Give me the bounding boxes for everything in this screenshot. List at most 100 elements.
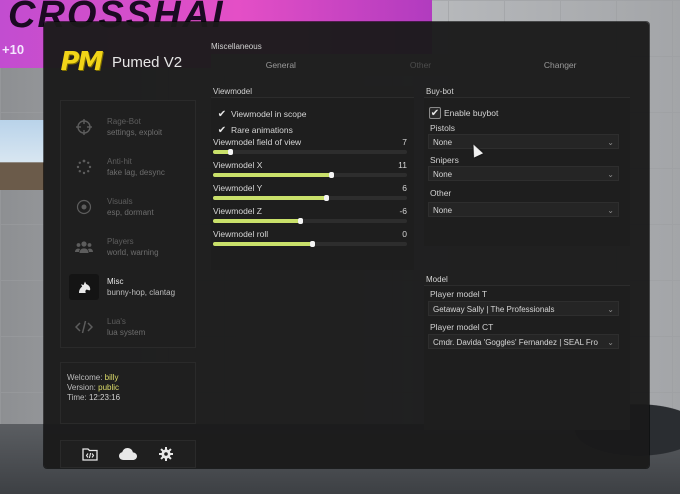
viewmodel-in-scope-checkbox[interactable]: ✔ Viewmodel in scope	[216, 107, 307, 121]
slider-label: Viewmodel Y	[213, 183, 263, 193]
crosshair-icon	[61, 119, 107, 135]
snipers-dropdown[interactable]: None ⌄	[428, 166, 619, 181]
slider-fill	[213, 219, 301, 223]
sidebar-item-players[interactable]: Players world, warning	[61, 227, 197, 267]
slider-knob[interactable]	[323, 195, 329, 201]
rare-animations-checkbox[interactable]: ✔ Rare animations	[216, 123, 306, 137]
code-icon	[61, 320, 107, 334]
slider-fill	[213, 242, 312, 246]
viewmodel-x-slider[interactable]: Viewmodel X 11	[213, 160, 407, 182]
viewmodel-roll-slider[interactable]: Viewmodel roll 0	[213, 229, 407, 251]
sidebar-item-anti-hit[interactable]: Anti-hit fake lag, desync	[61, 147, 197, 187]
slider-track[interactable]	[213, 218, 407, 224]
checkbox-label: Viewmodel in scope	[231, 109, 307, 119]
checkbox-label: Enable buybot	[444, 108, 499, 118]
slider-track[interactable]	[213, 149, 407, 155]
sidebar-item-title: Players	[107, 237, 134, 246]
dropdown-value: Cmdr. Davida 'Goggles' Fernandez | SEAL …	[433, 338, 598, 347]
viewmodel-fov-slider[interactable]: Viewmodel field of view 7	[213, 137, 407, 159]
tab-general[interactable]: General	[211, 54, 351, 76]
slider-knob[interactable]	[298, 218, 304, 224]
chevron-down-icon: ⌄	[607, 338, 614, 347]
player-model-t-label: Player model T	[430, 289, 488, 299]
chevron-down-icon: ⌄	[607, 206, 614, 215]
folder-code-icon[interactable]	[79, 444, 101, 464]
enable-buybot-checkbox[interactable]: ✔ Enable buybot	[429, 106, 498, 120]
slider-value: -6	[399, 206, 407, 216]
dropdown-value: None	[433, 170, 453, 179]
sidebar-item-subtitle: fake lag, desync	[107, 168, 165, 177]
version-label: Version:	[67, 383, 96, 392]
checkbox-label: Rare animations	[231, 125, 293, 135]
player-model-ct-label: Player model CT	[430, 322, 494, 332]
slider-track[interactable]	[213, 195, 407, 201]
gear-icon[interactable]	[155, 444, 177, 464]
slider-value: 0	[402, 229, 407, 239]
sidebar-item-title: Misc	[107, 277, 124, 286]
dropdown-value: Getaway Sally | The Professionals	[433, 305, 555, 314]
chevron-down-icon: ⌄	[607, 138, 614, 147]
horse-icon	[61, 274, 107, 300]
sidebar-nav: Rage-Bot settings, exploit Anti-hit fake…	[60, 100, 196, 348]
other-dropdown[interactable]: None ⌄	[428, 202, 619, 217]
version-row: Version: public	[67, 383, 189, 393]
buybot-group: Buy-bot ✔ Enable buybot Pistols None ⌄ S…	[424, 86, 630, 246]
brand: PM Pumed V2	[60, 38, 196, 86]
other-label: Other	[430, 188, 452, 198]
sidebar-item-rage-bot[interactable]: Rage-Bot settings, exploit	[61, 107, 197, 147]
sidebar-item-title: Rage-Bot	[107, 117, 141, 126]
miscellaneous-title: Miscellaneous	[211, 42, 262, 51]
viewmodel-title: Viewmodel	[211, 86, 414, 98]
chevron-down-icon: ⌄	[607, 170, 614, 179]
viewmodel-z-slider[interactable]: Viewmodel Z -6	[213, 206, 407, 228]
slider-knob[interactable]	[329, 172, 335, 178]
sidebar-item-subtitle: lua system	[107, 328, 146, 337]
snipers-label: Snipers	[430, 155, 459, 165]
welcome-label: Welcome:	[67, 373, 103, 382]
model-title: Model	[424, 274, 630, 286]
slider-fill	[213, 196, 326, 200]
player-model-ct-dropdown[interactable]: Cmdr. Davida 'Goggles' Fernandez | SEAL …	[428, 334, 619, 349]
sidebar-item-misc[interactable]: Misc bunny-hop, clantag	[61, 267, 197, 307]
banner-subtext: +10	[2, 42, 25, 57]
sidebar-item-subtitle: world, warning	[107, 248, 159, 257]
viewmodel-group: Viewmodel ✔ Viewmodel in scope ✔ Rare an…	[211, 86, 414, 270]
check-icon: ✔	[217, 108, 227, 120]
slider-knob[interactable]	[228, 149, 234, 155]
slider-value: 11	[398, 160, 407, 170]
spinner-icon	[61, 159, 107, 175]
cheat-menu-window: PM Pumed V2 Rage-Bot settings, exploit A…	[44, 22, 649, 468]
time-row: Time: 12:23:16	[67, 393, 189, 403]
slider-label: Viewmodel Z	[213, 206, 262, 216]
sidebar: PM Pumed V2 Rage-Bot settings, exploit A…	[60, 38, 196, 468]
player-model-t-dropdown[interactable]: Getaway Sally | The Professionals ⌄	[428, 301, 619, 316]
slider-label: Viewmodel X	[213, 160, 263, 170]
sidebar-item-visuals[interactable]: Visuals esp, dormant	[61, 187, 197, 227]
slider-track[interactable]	[213, 241, 407, 247]
sidebar-item-luas[interactable]: Lua's lua system	[61, 307, 197, 347]
buybot-title: Buy-bot	[424, 86, 630, 98]
slider-label: Viewmodel field of view	[213, 137, 302, 147]
model-group: Model Player model T Getaway Sally | The…	[424, 274, 630, 430]
slider-label: Viewmodel roll	[213, 229, 269, 239]
viewmodel-y-slider[interactable]: Viewmodel Y 6	[213, 183, 407, 205]
version-value: public	[98, 383, 120, 392]
slider-knob[interactable]	[309, 241, 315, 247]
misc-tabs: General Other Changer	[211, 54, 630, 76]
slider-value: 7	[402, 137, 407, 147]
sidebar-item-title: Anti-hit	[107, 157, 132, 166]
session-info-panel: Welcome: billy Version: public Time: 12:…	[60, 362, 196, 424]
tab-changer[interactable]: Changer	[490, 54, 630, 76]
toolbar	[60, 440, 196, 468]
sidebar-item-subtitle: settings, exploit	[107, 128, 163, 137]
sidebar-item-subtitle: esp, dormant	[107, 208, 154, 217]
eye-icon	[61, 199, 107, 215]
check-icon: ✔	[217, 124, 227, 136]
tab-other[interactable]: Other	[351, 54, 491, 76]
sidebar-item-title: Visuals	[107, 197, 133, 206]
brand-name: Pumed V2	[112, 53, 183, 71]
cloud-icon[interactable]	[117, 444, 139, 464]
miscellaneous-section: Miscellaneous General Other Changer	[211, 42, 631, 80]
slider-track[interactable]	[213, 172, 407, 178]
pistols-dropdown[interactable]: None ⌄	[428, 134, 619, 149]
